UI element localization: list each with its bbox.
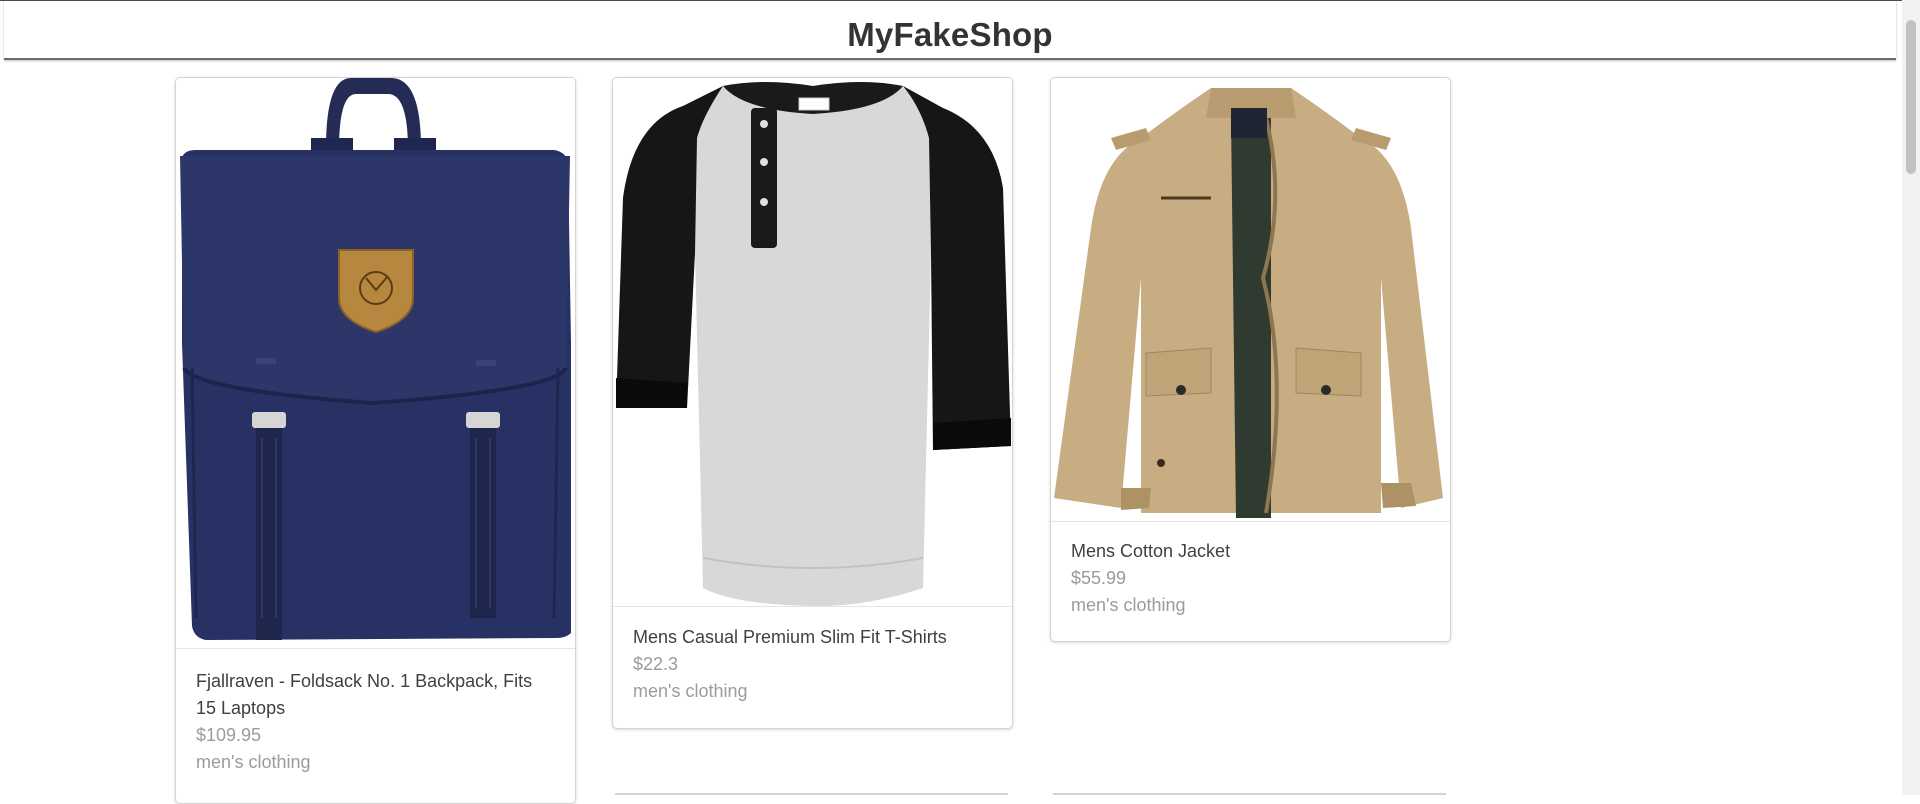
- tshirt-image: [613, 78, 1012, 606]
- product-details: Mens Cotton Jacket $55.99 men's clothing: [1071, 538, 1430, 619]
- product-card[interactable]: Fjallraven - Foldsack No. 1 Backpack, Fi…: [175, 77, 576, 804]
- product-category: men's clothing: [1071, 595, 1186, 615]
- product-image[interactable]: [176, 78, 575, 649]
- product-title[interactable]: Mens Cotton Jacket: [1071, 538, 1430, 565]
- product-price: $22.3: [633, 654, 679, 674]
- jacket-image: [1051, 78, 1450, 521]
- backpack-image: [176, 78, 575, 648]
- product-details: Fjallraven - Foldsack No. 1 Backpack, Fi…: [196, 668, 555, 776]
- product-title[interactable]: Fjallraven - Foldsack No. 1 Backpack, Fi…: [196, 668, 555, 722]
- product-category: men's clothing: [633, 681, 748, 701]
- product-card[interactable]: Mens Cotton Jacket $55.99 men's clothing: [1050, 77, 1451, 642]
- product-price: $55.99: [1071, 568, 1127, 588]
- product-card[interactable]: Mens Casual Premium Slim Fit T-Shirts $2…: [612, 77, 1013, 729]
- site-header: MyFakeShop: [4, 0, 1896, 60]
- product-image[interactable]: [613, 78, 1012, 607]
- product-details: Mens Casual Premium Slim Fit T-Shirts $2…: [633, 624, 992, 705]
- product-image[interactable]: [1051, 78, 1450, 522]
- vertical-scrollbar[interactable]: [1902, 0, 1920, 795]
- shop-title: MyFakeShop: [847, 16, 1053, 53]
- scrollbar-thumb[interactable]: [1906, 20, 1916, 174]
- product-title[interactable]: Mens Casual Premium Slim Fit T-Shirts: [633, 624, 992, 651]
- product-price: $109.95: [196, 725, 262, 745]
- product-category: men's clothing: [196, 752, 311, 772]
